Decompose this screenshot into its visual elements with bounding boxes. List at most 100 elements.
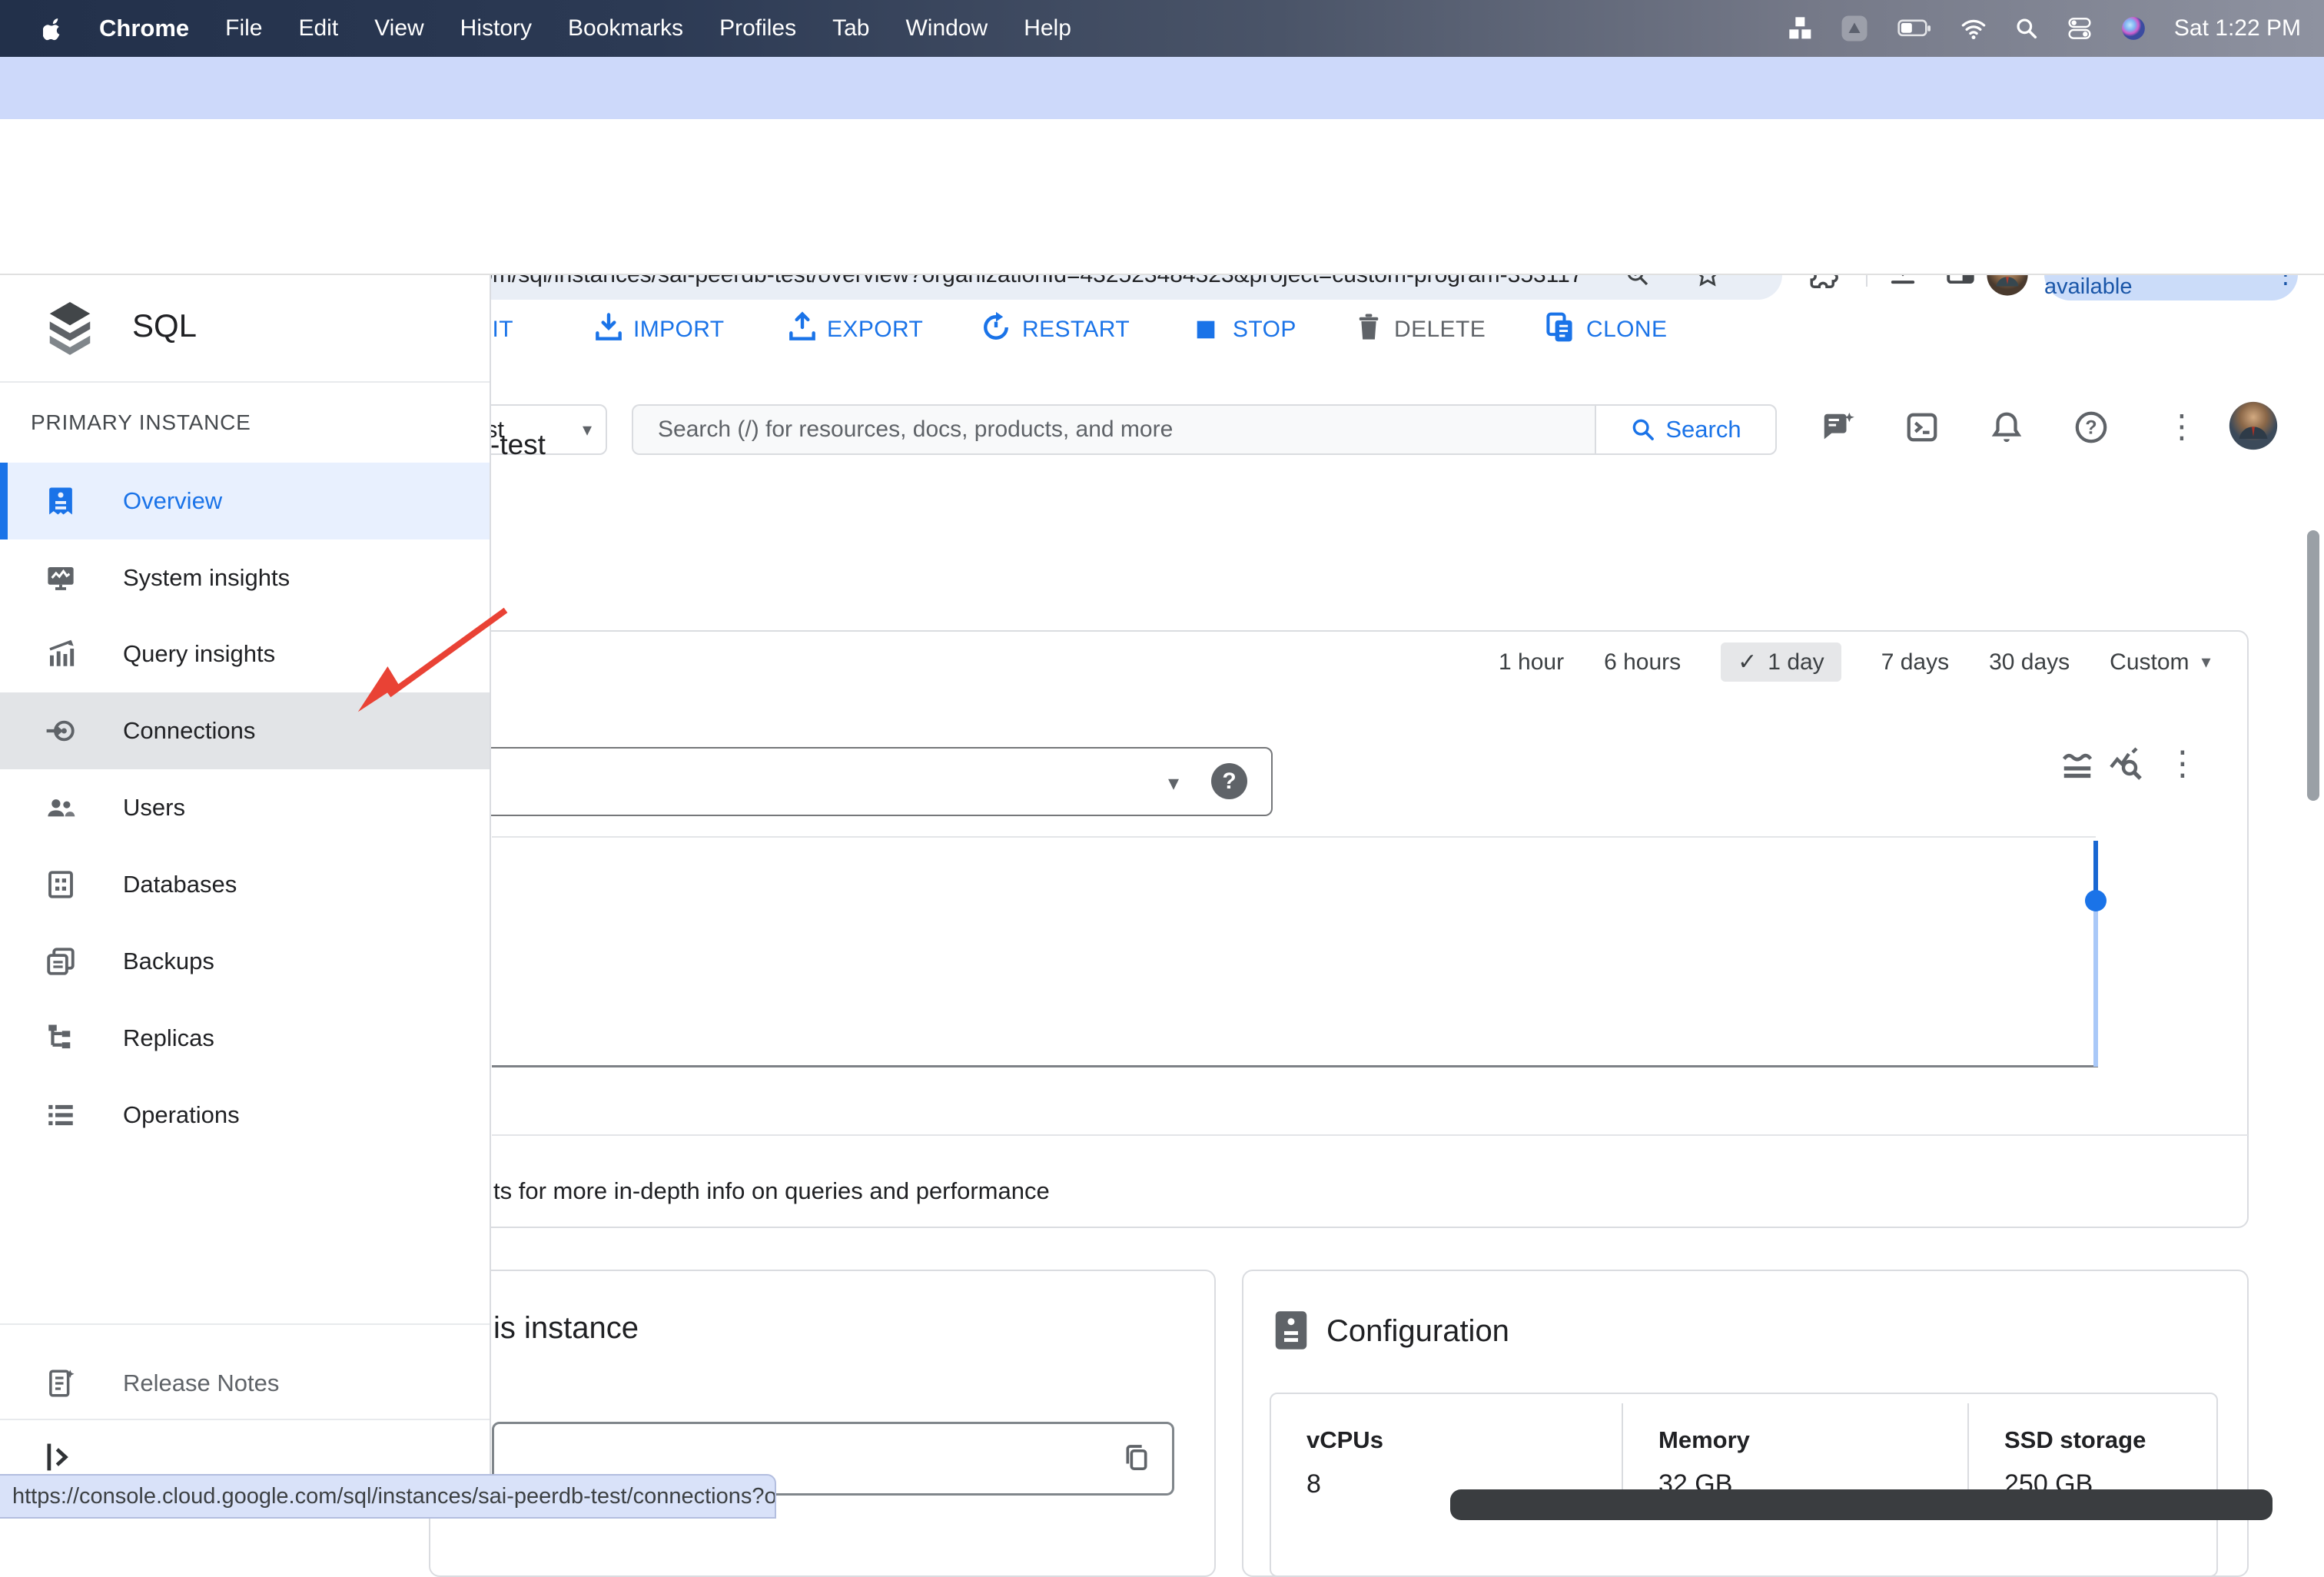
apple-icon[interactable] (43, 16, 63, 41)
menu-edit[interactable]: Edit (298, 15, 338, 42)
time-range-30-days[interactable]: 30 days (1989, 649, 2070, 676)
chart-data-point[interactable] (2085, 890, 2107, 911)
app-tray-icon[interactable] (1841, 15, 1868, 42)
chart-x-axis (492, 1065, 2098, 1067)
vertical-scrollbar[interactable] (2307, 530, 2319, 801)
macos-menu-bar: Chrome File Edit View History Bookmarks … (0, 0, 2324, 57)
metric-selector-dropdown[interactable]: ▾ (430, 747, 1273, 816)
sidebar-divider (0, 1323, 490, 1325)
chart-top-gridline (492, 836, 2096, 838)
siri-icon[interactable] (2120, 15, 2146, 42)
sidebar-item-overview[interactable]: Overview (0, 463, 490, 540)
sidebar-item-backups[interactable]: Backups (0, 923, 490, 1000)
cloud-sql-product-icon (43, 300, 97, 358)
global-search-input[interactable]: Search (/) for resources, docs, products… (632, 404, 1595, 455)
spec-value-vcpus: 8 (1306, 1469, 1321, 1499)
server-config-icon (1273, 1310, 1310, 1351)
time-range-1-day-selected[interactable]: ✓ 1 day (1721, 642, 1841, 682)
time-range-selector: 1 hour 6 hours ✓ 1 day 7 days 30 days Cu… (1499, 642, 2211, 682)
help-icon[interactable]: ? (2073, 410, 2109, 445)
clone-button[interactable]: CLONE (1586, 317, 1667, 343)
delete-button[interactable]: DELETE (1394, 317, 1486, 343)
replicas-icon (45, 1022, 77, 1054)
sidebar-item-databases[interactable]: Databases (0, 846, 490, 923)
card-divider (492, 1134, 2248, 1136)
restart-icon (979, 310, 1013, 344)
connections-icon (45, 715, 77, 747)
backups-icon (45, 945, 77, 978)
selected-indicator (0, 463, 8, 540)
overview-icon (45, 485, 77, 517)
time-range-6-hours[interactable]: 6 hours (1604, 649, 1681, 676)
chevron-down-icon: ▾ (583, 419, 592, 441)
sql-sidebar: SQL PRIMARY INSTANCE Overview System ins… (0, 275, 491, 1509)
wifi-icon[interactable] (1960, 17, 1987, 40)
sidebar-item-operations[interactable]: Operations (0, 1077, 490, 1154)
explore-data-icon[interactable] (2107, 747, 2144, 784)
bottom-overlay-bar (1450, 1489, 2273, 1520)
annotation-arrow (338, 599, 538, 730)
sidebar-item-users[interactable]: Users (0, 769, 490, 846)
export-button[interactable]: EXPORT (827, 317, 923, 343)
more-options-icon[interactable]: ⋮ (2166, 407, 2198, 445)
export-icon (785, 310, 819, 344)
import-button[interactable]: IMPORT (633, 317, 725, 343)
battery-icon[interactable] (1896, 18, 1933, 39)
search-icon (1630, 417, 1656, 443)
chart-overflow-menu-icon[interactable]: ⋮ (2166, 744, 2200, 783)
sidebar-section-label: PRIMARY INSTANCE (31, 410, 251, 435)
spotlight-search-icon[interactable] (2014, 16, 2039, 41)
menu-view[interactable]: View (374, 15, 423, 42)
check-icon: ✓ (1738, 649, 1757, 676)
spec-label-vcpus: vCPUs (1306, 1426, 1383, 1454)
time-range-7-days[interactable]: 7 days (1881, 649, 1949, 676)
configuration-title: Configuration (1326, 1314, 1509, 1349)
operations-icon (45, 1099, 77, 1131)
query-insights-icon (45, 638, 77, 670)
sidebar-item-release-notes[interactable]: Release Notes (0, 1345, 490, 1422)
sidebar-product-header: SQL (0, 275, 490, 383)
connect-card-title-fragment: is instance (493, 1311, 639, 1346)
menu-tab[interactable]: Tab (832, 15, 869, 42)
menu-window[interactable]: Window (905, 15, 988, 42)
gcp-header: Google Cloud test ▾ Search (/) for resou… (0, 192, 2324, 275)
control-center-icon[interactable] (2067, 16, 2093, 41)
feedback-icon[interactable] (1820, 410, 1855, 445)
sidebar-divider (0, 1419, 490, 1420)
stop-button[interactable]: STOP (1233, 317, 1296, 343)
time-range-custom[interactable]: Custom ▾ (2110, 649, 2210, 676)
menu-bookmarks[interactable]: Bookmarks (568, 15, 683, 42)
cloud-shell-icon[interactable] (1904, 410, 1940, 445)
collapse-sidebar-icon[interactable] (43, 1440, 77, 1474)
release-notes-icon (45, 1367, 77, 1399)
menu-history[interactable]: History (460, 15, 532, 42)
product-title: SQL (132, 307, 197, 344)
databases-icon (45, 868, 77, 901)
import-icon (592, 310, 626, 344)
copy-icon[interactable] (1121, 1443, 1152, 1473)
menu-help[interactable]: Help (1024, 15, 1071, 42)
svg-text:?: ? (2085, 417, 2097, 439)
stop-icon (1193, 317, 1219, 343)
users-icon (45, 792, 77, 824)
area-chart-mode-icon[interactable] (2060, 749, 2095, 784)
account-avatar[interactable] (2227, 400, 2279, 452)
chevron-down-icon: ▾ (2202, 651, 2211, 673)
stats-blocks-icon[interactable] (1788, 16, 1813, 41)
metric-help-icon[interactable]: ? (1211, 763, 1247, 799)
restart-button[interactable]: RESTART (1022, 317, 1130, 343)
time-range-1-hour[interactable]: 1 hour (1499, 649, 1564, 676)
chrome-tab-strip: Inbox (5 × Confere × Peerdb ( × DAIS DAI… (0, 57, 2324, 119)
search-button[interactable]: Search (1595, 404, 1777, 455)
notifications-bell-icon[interactable] (1989, 410, 2024, 445)
system-insights-icon (45, 562, 77, 594)
menu-file[interactable]: File (225, 15, 262, 42)
clone-icon (1543, 310, 1577, 344)
delete-icon (1353, 310, 1385, 343)
menu-app-name[interactable]: Chrome (99, 15, 189, 42)
menu-clock[interactable]: Sat 1:22 PM (2174, 15, 2301, 42)
spec-label-ssd: SSD storage (2004, 1426, 2146, 1454)
metrics-card (429, 630, 2249, 1228)
sidebar-item-replicas[interactable]: Replicas (0, 1000, 490, 1077)
menu-profiles[interactable]: Profiles (719, 15, 796, 42)
